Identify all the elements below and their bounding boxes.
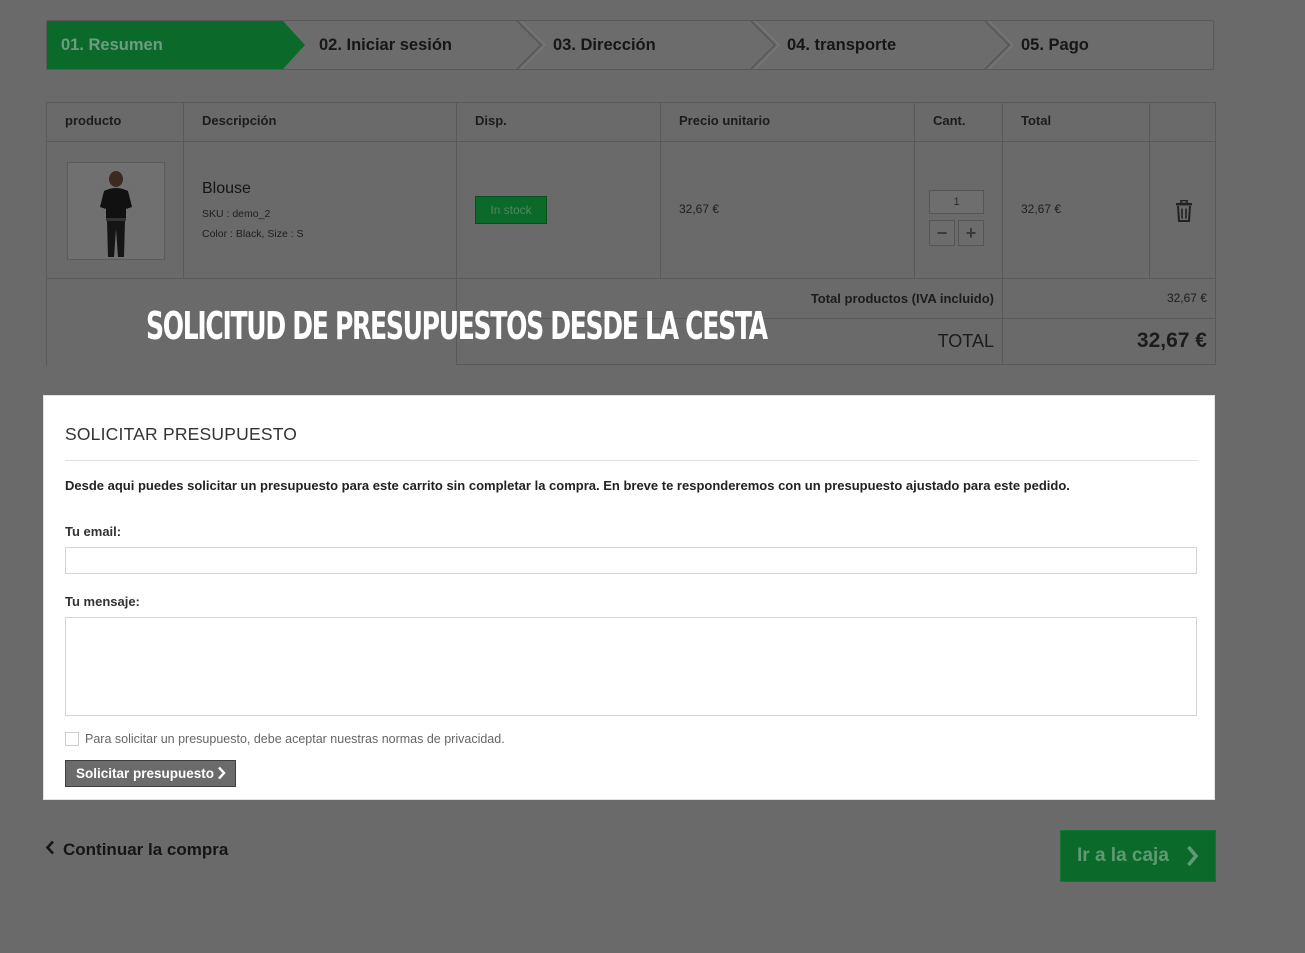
quote-description: Desde aqui puedes solicitar un presupues… (65, 478, 1070, 493)
checkout-steps: 01. Resumen 02. Iniciar sesión 03. Direc… (46, 20, 1214, 70)
chevron-right-icon (217, 766, 226, 783)
promo-headline: Solicitud de presupuestos desde la cesta (146, 304, 768, 348)
delete-item-button[interactable] (1174, 199, 1194, 222)
quantity-input[interactable]: 1 (929, 190, 984, 214)
email-field[interactable] (65, 547, 1197, 574)
message-field[interactable] (65, 617, 1197, 716)
column-header-product: producto (46, 102, 184, 142)
column-header-quantity: Cant. (914, 102, 1003, 142)
trash-icon (1176, 199, 1192, 222)
chevron-left-icon (45, 840, 55, 860)
unit-price-value: 32,67 € (679, 202, 720, 216)
unit-price-cell: 32,67 € (660, 141, 915, 279)
step-address[interactable]: 03. Dirección (553, 21, 656, 69)
product-name[interactable]: Blouse (202, 180, 251, 198)
step-separator (515, 21, 545, 69)
product-sku: SKU : demo_2 (202, 208, 271, 220)
grand-total-value: 32,67 € (1136, 329, 1207, 352)
quantity-cell: 1 − + (914, 141, 1003, 279)
step-payment[interactable]: 05. Pago (1021, 21, 1089, 69)
blouse-model-image (68, 163, 164, 259)
column-header-availability: Disp. (456, 102, 661, 142)
step-separator (749, 21, 779, 69)
minus-icon: − (936, 223, 948, 243)
privacy-checkbox[interactable] (65, 732, 79, 746)
quote-panel-title: SOLICITAR PRESUPUESTO (65, 424, 298, 444)
privacy-checkbox-label[interactable]: Para solicitar un presupuesto, debe acep… (85, 732, 505, 746)
products-total-value: 32,67 € (1166, 291, 1207, 305)
checkout-button-label: Ir a la caja (1077, 845, 1169, 866)
product-description-cell: Blouse SKU : demo_2 Color : Black, Size … (183, 141, 457, 279)
column-header-actions (1149, 102, 1216, 142)
quantity-decrease-button[interactable]: − (929, 220, 955, 246)
email-label: Tu email: (65, 524, 122, 539)
quote-request-panel: SOLICITAR PRESUPUESTO Desde aqui puedes … (43, 395, 1215, 800)
step-summary[interactable]: 01. Resumen (47, 21, 305, 69)
divider (65, 460, 1198, 461)
continue-shopping-label: Continuar la compra (63, 840, 229, 859)
delete-cell (1149, 141, 1216, 279)
request-quote-button[interactable]: Solicitar presupuesto (65, 760, 236, 787)
availability-cell: In stock (456, 141, 661, 279)
step-login[interactable]: 02. Iniciar sesión (319, 21, 452, 69)
proceed-to-checkout-button[interactable]: Ir a la caja (1060, 830, 1216, 882)
quantity-increase-button[interactable]: + (958, 220, 984, 246)
grand-total-value-cell: 32,67 € (1002, 318, 1216, 365)
product-image[interactable] (67, 162, 165, 260)
product-attributes: Color : Black, Size : S (202, 228, 304, 240)
products-total-label: Total productos (IVA incluido) (810, 291, 994, 306)
message-label: Tu mensaje: (65, 594, 140, 609)
request-quote-button-label: Solicitar presupuesto (76, 766, 215, 781)
plus-icon: + (965, 223, 977, 243)
step-separator (983, 21, 1013, 69)
chevron-right-icon (1186, 845, 1199, 873)
products-total-value-cell: 32,67 € (1002, 278, 1216, 319)
column-header-description: Descripción (183, 102, 457, 142)
stock-status-badge: In stock (475, 196, 547, 224)
column-header-unit-price: Precio unitario (660, 102, 915, 142)
line-total-cell: 32,67 € (1002, 141, 1150, 279)
line-total-value: 32,67 € (1021, 202, 1062, 216)
column-header-total: Total (1002, 102, 1150, 142)
step-shipping[interactable]: 04. transporte (787, 21, 896, 69)
grand-total-label: TOTAL (937, 331, 994, 351)
product-image-cell (46, 141, 184, 279)
continue-shopping-link[interactable]: Continuar la compra (45, 840, 228, 860)
